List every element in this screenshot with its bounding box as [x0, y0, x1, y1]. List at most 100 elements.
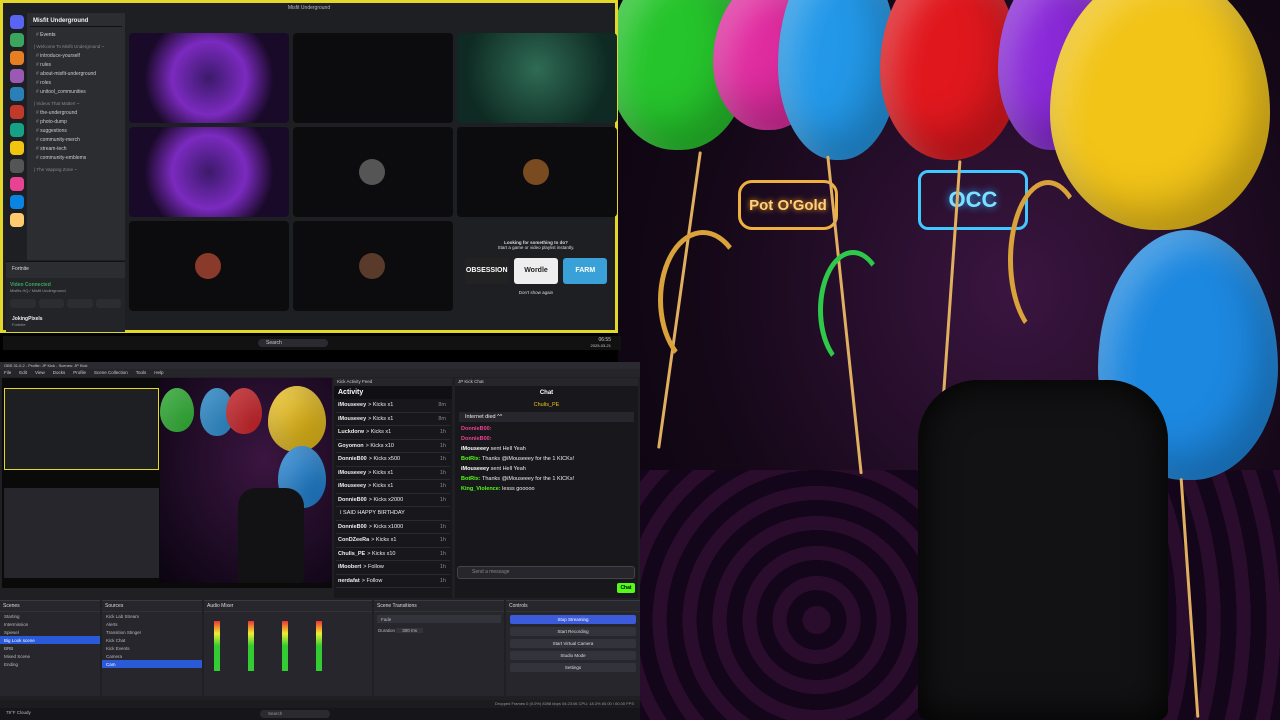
soundboard-button[interactable]	[95, 299, 121, 308]
channel-item[interactable]: community-merch	[30, 135, 122, 144]
volume-meter[interactable]	[214, 621, 220, 671]
discord-home-icon[interactable]	[9, 15, 24, 29]
game-card[interactable]: OBSESSION	[464, 258, 509, 284]
source-item[interactable]: Kick Chat	[102, 636, 202, 644]
video-tile[interactable]	[293, 127, 453, 217]
user-panel[interactable]: JokingPixels Fortnite	[6, 312, 125, 332]
dont-show-checkbox[interactable]: Don't show again	[458, 290, 614, 295]
channel-item[interactable]: roles	[30, 78, 122, 87]
channel-item[interactable]: about-misfit-underground	[30, 69, 122, 78]
source-item[interactable]: Kick Events	[102, 644, 202, 652]
transition-select[interactable]: Fade	[377, 615, 501, 623]
chat-input[interactable]: Send a message	[457, 566, 635, 579]
source-item[interactable]: Camera	[102, 652, 202, 660]
activity-row[interactable]: Chulis_PE > Kicks x10 1h	[336, 548, 450, 561]
volume-meter[interactable]	[248, 621, 254, 671]
scene-item[interactable]: BRB	[0, 644, 100, 652]
scene-item[interactable]: Starting	[0, 612, 100, 620]
studio-mode-button[interactable]: Studio Mode	[510, 651, 636, 660]
preview-canvas[interactable]	[2, 378, 332, 588]
video-tile[interactable]	[293, 221, 453, 311]
menu-tools[interactable]: Tools	[136, 369, 147, 377]
pinned-user[interactable]: Chulis_PE	[455, 400, 638, 410]
video-tile[interactable]	[457, 33, 617, 123]
activity-row[interactable]: DonnieB00 > Kicks x2000 1h	[336, 494, 450, 507]
screen-share-button[interactable]	[38, 299, 64, 308]
camera-button[interactable]	[10, 299, 36, 308]
taskbar-search[interactable]: Search	[260, 710, 330, 718]
activity-row[interactable]: DonnieB00 > Kicks x500 1h	[336, 453, 450, 467]
virtual-camera-button[interactable]: Start Virtual Camera	[510, 639, 636, 648]
duration-input[interactable]: 300 ms	[396, 627, 424, 633]
menu-scene-collection[interactable]: Scene Collection	[94, 369, 128, 377]
server-icon[interactable]	[9, 87, 24, 101]
channel-category[interactable]: | The Vapping Zone ~	[34, 167, 122, 172]
activity-card[interactable]: Fortnite	[6, 261, 125, 278]
game-card[interactable]: Wordle	[514, 258, 558, 284]
channel-category[interactable]: | Welcome To Misfit Underground ~	[34, 44, 122, 49]
scene-item[interactable]: Big Look scene	[0, 636, 100, 644]
menu-profile[interactable]: Profile	[73, 369, 86, 377]
volume-meter[interactable]	[316, 621, 322, 671]
server-icon[interactable]	[9, 195, 24, 209]
channel-item[interactable]: community-emblems	[30, 153, 122, 162]
channel-item[interactable]: the-underground	[30, 108, 122, 117]
activity-row[interactable]: iMouseeey > Kicks x1 8m	[336, 413, 450, 426]
source-item[interactable]: Alerts	[102, 620, 202, 628]
activity-button[interactable]	[67, 299, 93, 308]
server-icon[interactable]	[9, 33, 24, 47]
server-icon[interactable]	[9, 159, 24, 173]
server-icon[interactable]	[9, 177, 24, 191]
start-recording-button[interactable]: Start Recording	[510, 627, 636, 636]
server-icon[interactable]	[9, 213, 24, 227]
server-icon[interactable]	[9, 69, 24, 83]
server-icon[interactable]	[9, 123, 24, 137]
settings-button[interactable]: Settings	[510, 663, 636, 672]
channel-item[interactable]: suggestions	[30, 126, 122, 135]
activity-row[interactable]: Luckdorw > Kicks x1 1h	[336, 426, 450, 440]
stop-streaming-button[interactable]: Stop Streaming	[510, 615, 636, 624]
taskbar-search[interactable]: Search	[258, 339, 328, 347]
video-tile[interactable]	[293, 33, 453, 123]
menu-docks[interactable]: Docks	[53, 369, 66, 377]
activity-row[interactable]: Goyomon > Kicks x10 1h	[336, 440, 450, 453]
scene-item[interactable]: Ending	[0, 660, 100, 668]
activity-row[interactable]: iMoobert > Follow 1h	[336, 561, 450, 575]
menu-help[interactable]: Help	[154, 369, 163, 377]
game-card[interactable]: FARM	[563, 258, 608, 284]
chat-send-button[interactable]: Chat	[617, 583, 635, 593]
channel-item[interactable]: photo-dump	[30, 117, 122, 126]
voice-channel[interactable]: Misfits HQ / Misfit Underground	[10, 288, 121, 293]
events-item[interactable]: Events	[30, 30, 122, 39]
scene-item[interactable]: Intermission	[0, 620, 100, 628]
activity-row[interactable]: iMouseeey > Kicks x1 8m	[336, 399, 450, 413]
video-tile[interactable]	[129, 33, 289, 123]
source-item[interactable]: Transition Stinger	[102, 628, 202, 636]
menu-edit[interactable]: Edit	[19, 369, 27, 377]
channel-item[interactable]: rules	[30, 60, 122, 69]
tray-date[interactable]: 2025-03-21	[591, 343, 611, 348]
channel-item[interactable]: stream-tech	[30, 144, 122, 153]
volume-meter[interactable]	[282, 621, 288, 671]
activity-row[interactable]: DonnieB00 > Kicks x1000 1h	[336, 521, 450, 534]
server-name[interactable]: Misfit Underground	[30, 16, 122, 27]
activity-row[interactable]: ConDZeeRa > Kicks x1 1h	[336, 534, 450, 548]
activity-row[interactable]: iMouseeey > Kicks x1 1h	[336, 467, 450, 480]
channel-item[interactable]: introduce-yourself	[30, 51, 122, 60]
server-icon[interactable]	[9, 105, 24, 119]
server-icon[interactable]	[9, 141, 24, 155]
channel-item[interactable]: unitool_communities	[30, 87, 122, 96]
activity-row[interactable]: iMouseeey > Kicks x1 1h	[336, 480, 450, 494]
source-item[interactable]: Cam	[102, 660, 202, 668]
weather-widget[interactable]: 79°F Cloudy	[6, 710, 31, 715]
scene-item[interactable]: Spiesel	[0, 628, 100, 636]
video-tile[interactable]	[129, 127, 289, 217]
activity-row[interactable]: nerdafat > Follow 1h	[336, 575, 450, 588]
source-item[interactable]: Kick Lab Stream	[102, 612, 202, 620]
scene-item[interactable]: Mixed Scene	[0, 652, 100, 660]
channel-category[interactable]: | Videos That Matter! ~	[34, 101, 122, 106]
video-tile[interactable]	[457, 127, 617, 217]
video-tile[interactable]	[129, 221, 289, 311]
server-icon[interactable]	[9, 51, 24, 65]
menu-view[interactable]: View	[35, 369, 45, 377]
